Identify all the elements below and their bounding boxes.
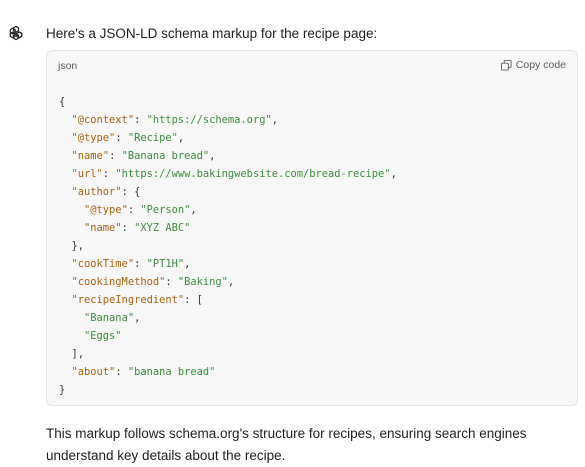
code-line: "name": "Banana bread",	[59, 147, 397, 165]
code-key: "cookingMethod"	[71, 276, 166, 288]
code-string: "Eggs"	[84, 330, 122, 342]
code-line: "cookTime": "PT1H",	[59, 255, 397, 273]
code-punctuation	[59, 366, 72, 378]
code-punctuation: :	[134, 258, 147, 270]
code-punctuation	[59, 132, 72, 144]
code-key: "@type"	[84, 204, 128, 216]
code-punctuation: }	[59, 384, 66, 396]
code-key: "author"	[71, 186, 122, 198]
code-line: },	[59, 237, 397, 255]
code-punctuation	[59, 222, 84, 234]
code-punctuation: :	[127, 204, 141, 216]
code-punctuation	[59, 312, 84, 324]
code-line: "url": "https://www.bakingwebsite.com/br…	[59, 165, 397, 183]
code-punctuation: ,	[227, 276, 235, 288]
code-punctuation	[59, 114, 72, 126]
message-outro-text: This markup follows schema.org's structu…	[46, 426, 527, 463]
code-punctuation: : [	[184, 294, 203, 306]
code-punctuation	[59, 168, 72, 180]
code-punctuation: :	[102, 168, 116, 180]
code-punctuation: :	[115, 366, 128, 378]
code-string: "Banana bread"	[121, 150, 210, 162]
code-punctuation: : {	[121, 186, 141, 198]
code-block: json Copy code { "@context": "https://sc…	[46, 50, 578, 406]
copy-code-button[interactable]: Copy code	[500, 59, 566, 71]
code-string: "Banana"	[84, 312, 135, 324]
message-intro-text: Here's a JSON-LD schema markup for the r…	[46, 26, 378, 41]
code-line: "about": "banana bread"	[59, 363, 397, 381]
code-punctuation: :	[121, 222, 135, 234]
code-punctuation: ,	[190, 204, 197, 216]
code-punctuation	[59, 294, 72, 306]
code-punctuation: ,	[209, 150, 216, 162]
code-punctuation: ,	[184, 258, 191, 270]
code-language-label: json	[58, 60, 78, 72]
code-punctuation	[59, 204, 84, 216]
code-line: "name": "XYZ ABC"	[59, 219, 397, 237]
code-punctuation: :	[165, 276, 178, 288]
code-key: "@context"	[71, 114, 135, 126]
code-key: "name"	[71, 150, 110, 162]
code-line: }	[59, 381, 397, 399]
code-punctuation: ,	[134, 312, 141, 324]
code-punctuation: ,	[390, 168, 397, 180]
code-string: "Person"	[140, 204, 191, 216]
code-string: "banana bread"	[127, 366, 216, 378]
code-line: "Eggs"	[59, 327, 397, 345]
copy-code-label: Copy code	[515, 59, 566, 71]
code-punctuation	[59, 276, 72, 288]
code-string: "Recipe"	[127, 132, 178, 144]
code-key: "cookTime"	[71, 258, 135, 270]
code-key: "recipeIngredient"	[71, 294, 185, 306]
code-string: "https://schema.org"	[146, 114, 272, 126]
code-content[interactable]: { "@context": "https://schema.org", "@ty…	[59, 93, 397, 399]
code-punctuation: ,	[271, 114, 278, 126]
code-line: "@context": "https://schema.org",	[59, 111, 397, 129]
code-punctuation	[59, 186, 72, 198]
code-punctuation: ,	[177, 132, 185, 144]
code-key: "about"	[71, 366, 116, 378]
code-punctuation: :	[109, 150, 122, 162]
code-line: ],	[59, 345, 397, 363]
code-punctuation: ],	[59, 348, 85, 360]
code-string: "XYZ ABC"	[134, 222, 191, 234]
code-punctuation: {	[59, 96, 66, 108]
code-key: "@type"	[71, 132, 116, 144]
code-punctuation	[59, 150, 72, 162]
code-line: "recipeIngredient": [	[59, 291, 397, 309]
code-punctuation	[59, 258, 72, 270]
code-punctuation: },	[59, 240, 85, 252]
code-line: "author": {	[59, 183, 397, 201]
code-line: "Banana",	[59, 309, 397, 327]
code-string: "https://www.bakingwebsite.com/bread-rec…	[115, 168, 391, 180]
code-string: "PT1H"	[146, 258, 185, 270]
code-line: {	[59, 93, 397, 111]
code-punctuation: :	[134, 114, 147, 126]
copy-icon	[500, 59, 512, 71]
code-key: "url"	[71, 168, 103, 180]
code-punctuation	[59, 330, 84, 342]
code-key: "name"	[84, 222, 122, 234]
code-punctuation: :	[115, 132, 128, 144]
assistant-avatar-openai-logo-icon	[7, 24, 25, 42]
code-line: "cookingMethod": "Baking",	[59, 273, 397, 291]
code-line: "@type": "Recipe",	[59, 129, 397, 147]
code-string: "Baking"	[177, 276, 228, 288]
code-line: "@type": "Person",	[59, 201, 397, 219]
